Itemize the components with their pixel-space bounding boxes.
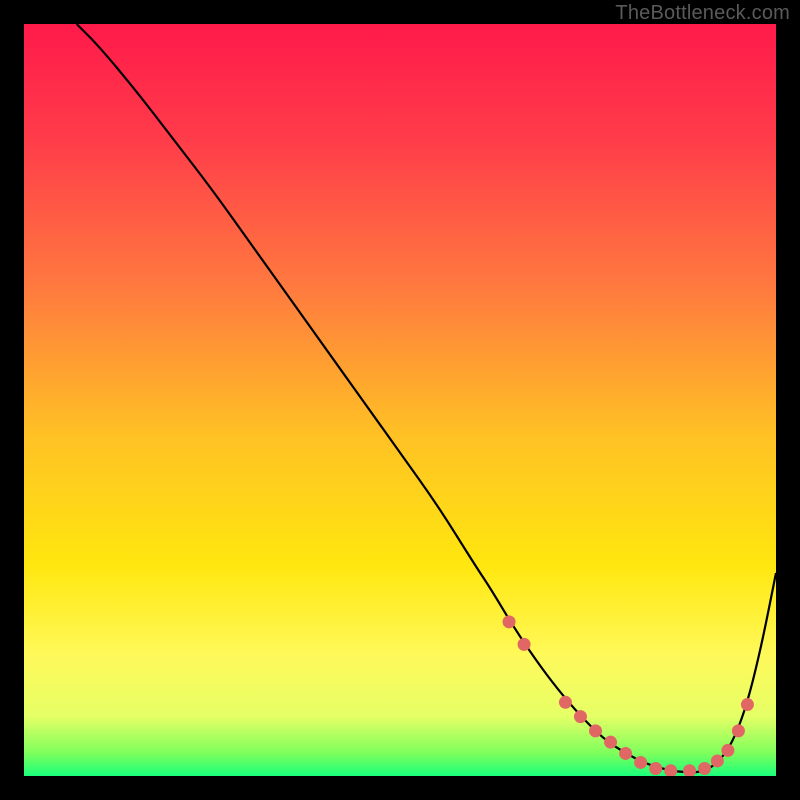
curve-marker xyxy=(711,754,724,767)
curve-marker xyxy=(698,762,711,775)
curve-marker xyxy=(721,744,734,757)
curve-marker xyxy=(683,764,696,776)
curve-marker xyxy=(559,696,572,709)
curve-marker xyxy=(574,710,587,723)
curve-marker xyxy=(732,724,745,737)
curve-marker xyxy=(503,615,516,628)
bottleneck-curve-layer xyxy=(24,24,776,776)
curve-markers xyxy=(503,615,754,776)
chart-frame: TheBottleneck.com xyxy=(0,0,800,800)
curve-marker xyxy=(589,724,602,737)
curve-marker xyxy=(619,747,632,760)
curve-marker xyxy=(741,698,754,711)
curve-marker xyxy=(518,638,531,651)
curve-marker xyxy=(664,764,677,776)
bottleneck-curve xyxy=(77,24,776,772)
plot-area xyxy=(24,24,776,776)
curve-marker xyxy=(649,762,662,775)
curve-marker xyxy=(634,756,647,769)
watermark-text: TheBottleneck.com xyxy=(615,2,790,25)
curve-marker xyxy=(604,736,617,749)
